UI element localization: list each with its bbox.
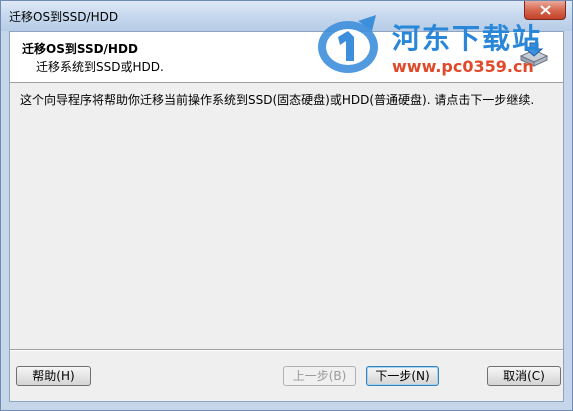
wizard-body: 这个向导程序将帮助你迁移当前操作系统到SSD(固态硬盘)或HDD(普通硬盘). … xyxy=(10,83,563,349)
header-subtitle: 迁移系统到SSD或HDD. xyxy=(36,60,164,74)
wizard-window: 迁移OS到SSD/HDD 迁移OS到SSD/HDD 迁移系统到SSD或HDD. … xyxy=(0,0,573,411)
button-separator xyxy=(10,349,563,351)
next-button[interactable]: 下一步(N) xyxy=(366,366,439,386)
watermark-url: www.pc0359.cn xyxy=(392,57,534,76)
previous-button[interactable]: 上一步(B) xyxy=(283,366,356,386)
site-logo-icon xyxy=(314,11,386,81)
cancel-button[interactable]: 取消(C) xyxy=(487,366,561,386)
site-watermark: 河东下载站 www.pc0359.cn xyxy=(312,7,562,81)
wizard-client-area: 迁移OS到SSD/HDD 迁移系统到SSD或HDD. 这个向导程序将帮助你迁移当… xyxy=(9,31,564,402)
help-button[interactable]: 帮助(H) xyxy=(16,366,91,386)
header-title: 迁移OS到SSD/HDD xyxy=(22,42,138,56)
window-title: 迁移OS到SSD/HDD xyxy=(9,10,119,24)
wizard-description: 这个向导程序将帮助你迁移当前操作系统到SSD(固态硬盘)或HDD(普通硬盘). … xyxy=(20,93,535,107)
watermark-site-name: 河东下载站 xyxy=(392,22,543,55)
